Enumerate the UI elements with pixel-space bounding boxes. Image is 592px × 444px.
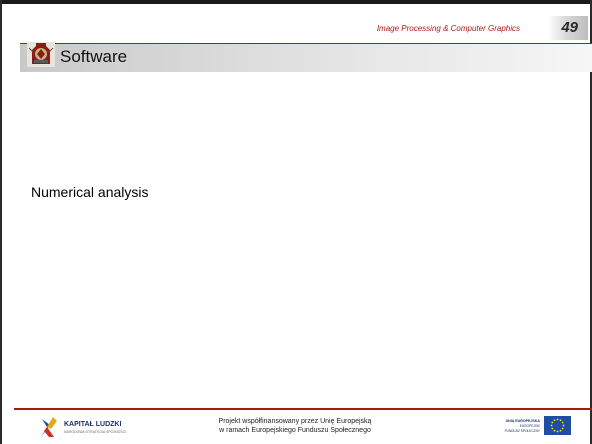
kapital-ludzki-logo: KAPITAŁ LUDZKI NARODOWA STRATEGIA SPÓJNO… (38, 415, 138, 441)
kapital-ludzki-name: KAPITAŁ LUDZKI (64, 421, 122, 428)
university-crest-icon (27, 42, 55, 67)
funding-notice: Projekt współfinansowany przez Unię Euro… (175, 417, 415, 435)
page-number-box: 49 (548, 16, 588, 40)
slide-title: Software (60, 47, 128, 66)
page-number: 49 (561, 19, 578, 36)
eu-fund-label: UNIA EUROPEJSKA EUROPEJSKI FUNDUSZ SPOŁE… (480, 419, 540, 434)
course-title: Image Processing & Computer Graphics (376, 24, 520, 33)
footer-divider (14, 408, 592, 410)
funding-line-2: w ramach Europejskiego Funduszu Społeczn… (219, 427, 371, 434)
kapital-ludzki-subtitle: NARODOWA STRATEGIA SPÓJNOŚCI (64, 430, 127, 434)
body-text: Numerical analysis (31, 184, 149, 200)
eu-label-line-3: FUNDUSZ SPOŁECZNY (504, 429, 540, 433)
slide-frame-top (0, 0, 592, 4)
eu-flag-icon (544, 416, 571, 435)
funding-line-1: Projekt współfinansowany przez Unię Euro… (218, 418, 372, 425)
slide-frame-left (0, 0, 2, 444)
kapital-ludzki-mark-icon (41, 417, 57, 437)
slide: Image Processing & Computer Graphics 49 … (0, 0, 592, 444)
